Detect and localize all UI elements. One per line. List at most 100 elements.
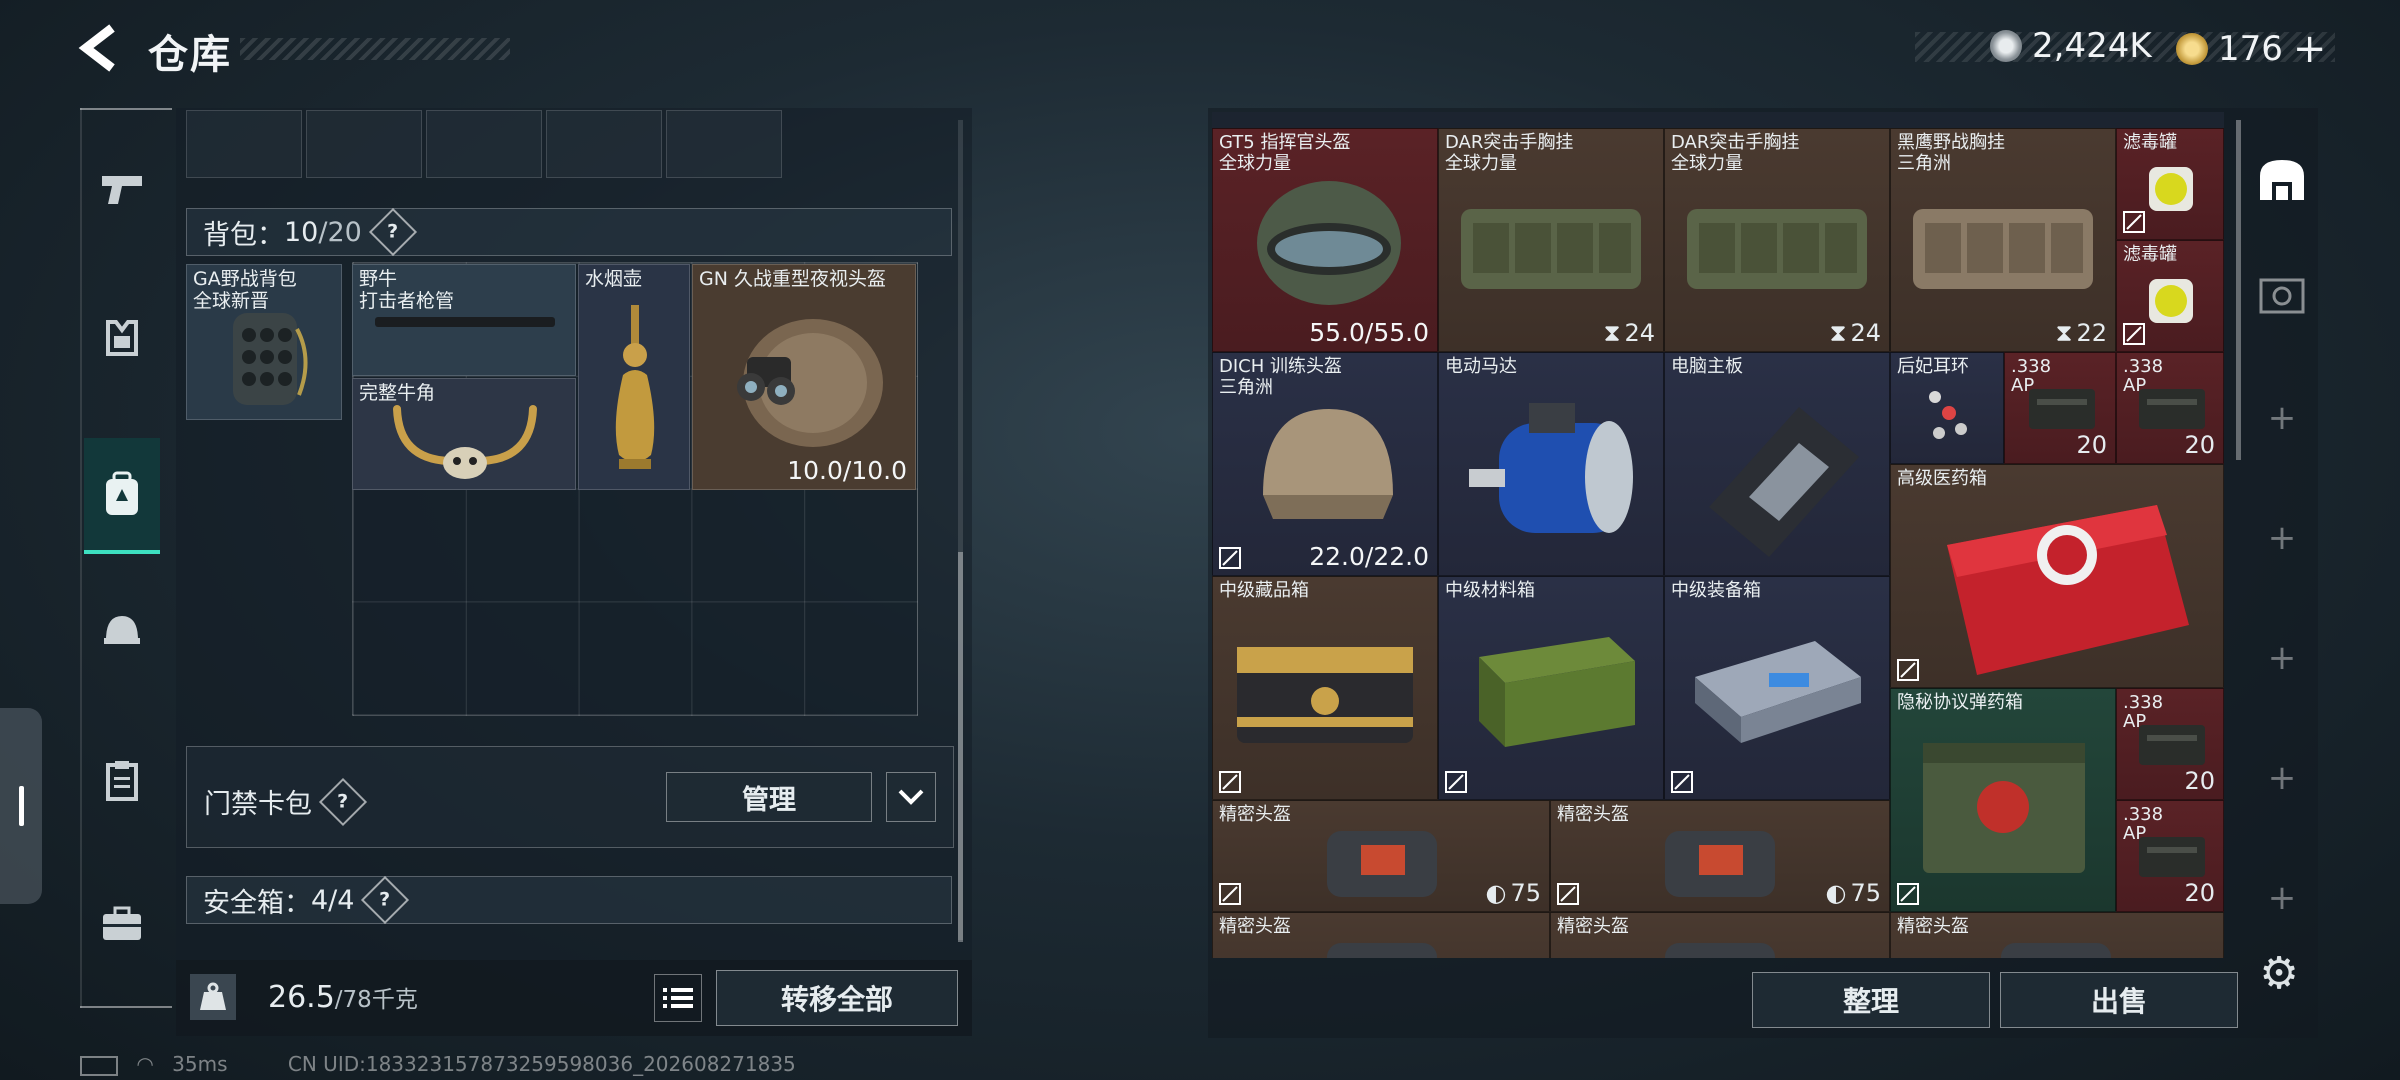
lock-icon — [1897, 659, 1919, 681]
shield-icon: ◐ — [1825, 879, 1847, 907]
pocket-slot[interactable] — [666, 110, 782, 178]
stash-item-gt5[interactable]: GT5 指挥官头盔 全球力量 55.0/55.0 — [1212, 128, 1438, 352]
gear-icon[interactable]: ⚙ — [2256, 948, 2302, 999]
stash-item-338-ap[interactable]: .338 AP 20 — [2116, 688, 2224, 800]
ping: 35ms — [172, 1052, 228, 1076]
rail-weapons[interactable] — [84, 152, 160, 228]
capacity-icon: ⧗ — [2055, 319, 2073, 347]
capacity-icon: ⧗ — [1603, 319, 1621, 347]
pocket-slot[interactable] — [546, 110, 662, 178]
stash-item-collectible-box[interactable]: 中级藏品箱 — [1212, 576, 1438, 800]
sort-button[interactable]: 整理 — [1752, 972, 1990, 1028]
lock-icon — [1897, 883, 1919, 905]
backpack-help-icon[interactable]: ? — [368, 207, 417, 257]
pocket-slot[interactable] — [186, 110, 302, 178]
stash-item-338-ap[interactable]: .338 AP 20 — [2004, 352, 2116, 464]
gold-coin-icon — [2176, 33, 2208, 65]
keycard-help-icon[interactable]: ? — [318, 777, 368, 826]
stash-item-earring[interactable]: 后妃耳环 — [1890, 352, 2004, 464]
stash-item-dar-vest[interactable]: DAR突击手胸挂 全球力量 ⧗ 24 — [1438, 128, 1664, 352]
back-icon[interactable] — [78, 24, 122, 72]
loadout-scrollbar-thumb[interactable] — [958, 552, 963, 942]
keycard-manage-button[interactable]: 管理 — [666, 772, 872, 822]
stash-item-dar-vest[interactable]: DAR突击手胸挂 全球力量 ⧗ 24 — [1664, 128, 1890, 352]
briefcase-icon — [103, 906, 141, 940]
pocket-slot[interactable] — [426, 110, 542, 178]
rail-backpack[interactable] — [84, 438, 160, 554]
plus-icon[interactable]: + — [2252, 508, 2312, 568]
plus-icon[interactable]: + — [2252, 868, 2312, 928]
status-bar: ◠ 35ms CN UID:18332315787325959803​6_202… — [80, 1052, 796, 1076]
stash-item-dich-helmet[interactable]: DICH 训练头盔 三角洲 22.0/22.0 — [1212, 352, 1438, 576]
item-horn[interactable]: 完整牛角 — [352, 378, 576, 490]
backpack-count: 10 — [284, 216, 319, 248]
side-drawer-handle[interactable] — [0, 708, 42, 904]
backpack-capacity: /20 — [318, 216, 362, 248]
stash-item-motherboard[interactable]: 电脑主板 — [1664, 352, 1890, 576]
stash-grid: GT5 指挥官头盔 全球力量 55.0/55.0 DAR突击手胸挂 全球力量 ⧗ 24… — [1212, 112, 2224, 958]
wifi-icon: ◠ — [136, 1052, 154, 1076]
stash-item-338-ap[interactable]: .338 AP 20 — [2116, 800, 2224, 912]
lock-icon — [1557, 883, 1579, 905]
sell-button[interactable]: 出售 — [2000, 972, 2238, 1028]
backpack-icon — [106, 471, 138, 515]
rail-armor[interactable] — [84, 300, 160, 376]
stash-home-icon[interactable] — [2252, 150, 2312, 210]
stash-item-ammo-box[interactable]: 隐秘协议弹药箱 — [1890, 688, 2116, 912]
armor-vest-icon — [106, 320, 138, 356]
stash-item-precision-helmet[interactable]: 精密头盔 — [1550, 912, 1890, 958]
capacity-icon: ⧗ — [1829, 319, 1847, 347]
backpack-image — [233, 313, 308, 405]
kg-weight-icon — [190, 974, 236, 1020]
equipped-backpack[interactable]: GA野战背包 全球新晋 — [186, 264, 342, 420]
ticket-icon[interactable] — [2252, 266, 2312, 326]
stash-item-equipment-box[interactable]: 中级装备箱 — [1664, 576, 1890, 800]
lock-icon — [1219, 883, 1241, 905]
pistol-icon — [102, 176, 142, 204]
gold-currency: 176 + — [2176, 26, 2326, 72]
stash-item-filter[interactable]: 滤毒罐 — [2116, 240, 2224, 352]
category-rail — [80, 108, 174, 1008]
weight-readout: 26.5/78千克 — [268, 980, 418, 1015]
stash-item-filter[interactable]: 滤毒罐 — [2116, 128, 2224, 240]
helmet-icon — [104, 616, 140, 644]
rail-divider — [80, 108, 172, 110]
stash-item-338-ap[interactable]: .338 AP 20 — [2116, 352, 2224, 464]
stash-item-precision-helmet[interactable]: 精密头盔 — [1890, 912, 2224, 958]
chevron-down-icon[interactable] — [886, 772, 936, 822]
safebox-count: 4/4 — [311, 884, 355, 916]
stash-item-blackhawk-vest[interactable]: 黑鹰野战胸挂 三角洲 ⧗ 22 — [1890, 128, 2116, 352]
stash-item-motor[interactable]: 电动马达 — [1438, 352, 1664, 576]
rail-clipboard[interactable] — [84, 742, 160, 818]
stash-scrollbar[interactable] — [2236, 120, 2241, 460]
stash-item-advanced-medkit[interactable]: 高级医药箱 — [1890, 464, 2224, 688]
pocket-slot[interactable] — [306, 110, 422, 178]
list-view-icon[interactable] — [654, 974, 702, 1022]
plus-icon[interactable]: + — [2252, 748, 2312, 808]
lock-icon — [2123, 211, 2145, 233]
stash-item-precision-helmet[interactable]: 精密头盔 ◐ 75 — [1550, 800, 1890, 912]
add-currency-button[interactable]: + — [2293, 26, 2327, 72]
title-decoration — [240, 38, 510, 60]
stash-item-material-box[interactable]: 中级材料箱 — [1438, 576, 1664, 800]
silver-currency: 2,424K — [1990, 26, 2152, 66]
stash-item-precision-helmet[interactable]: 精密头盔 ◐ 75 — [1212, 800, 1550, 912]
plus-icon[interactable]: + — [2252, 388, 2312, 448]
rail-helmet[interactable] — [84, 592, 160, 668]
safebox-help-icon[interactable]: ? — [361, 875, 410, 925]
rail-briefcase[interactable] — [84, 886, 160, 962]
lock-icon — [2123, 323, 2145, 345]
lock-icon — [1219, 547, 1241, 569]
plus-icon[interactable]: + — [2252, 628, 2312, 688]
stash-item-precision-helmet[interactable]: 精密头盔 — [1212, 912, 1550, 958]
rail-divider — [80, 1006, 172, 1008]
item-hookah[interactable]: 水烟壶 — [578, 264, 690, 490]
item-barrel[interactable]: 野牛 打击者枪管 — [352, 264, 576, 376]
lock-icon — [1445, 771, 1467, 793]
lock-icon — [1671, 771, 1693, 793]
item-nightvision-helmet[interactable]: GN 久战重型夜视头盔 10.0/10.0 — [692, 264, 916, 490]
battery-icon — [80, 1055, 118, 1076]
silver-coin-icon — [1990, 30, 2022, 62]
shield-icon: ◐ — [1485, 879, 1507, 907]
transfer-all-button[interactable]: 转移全部 — [716, 970, 958, 1026]
